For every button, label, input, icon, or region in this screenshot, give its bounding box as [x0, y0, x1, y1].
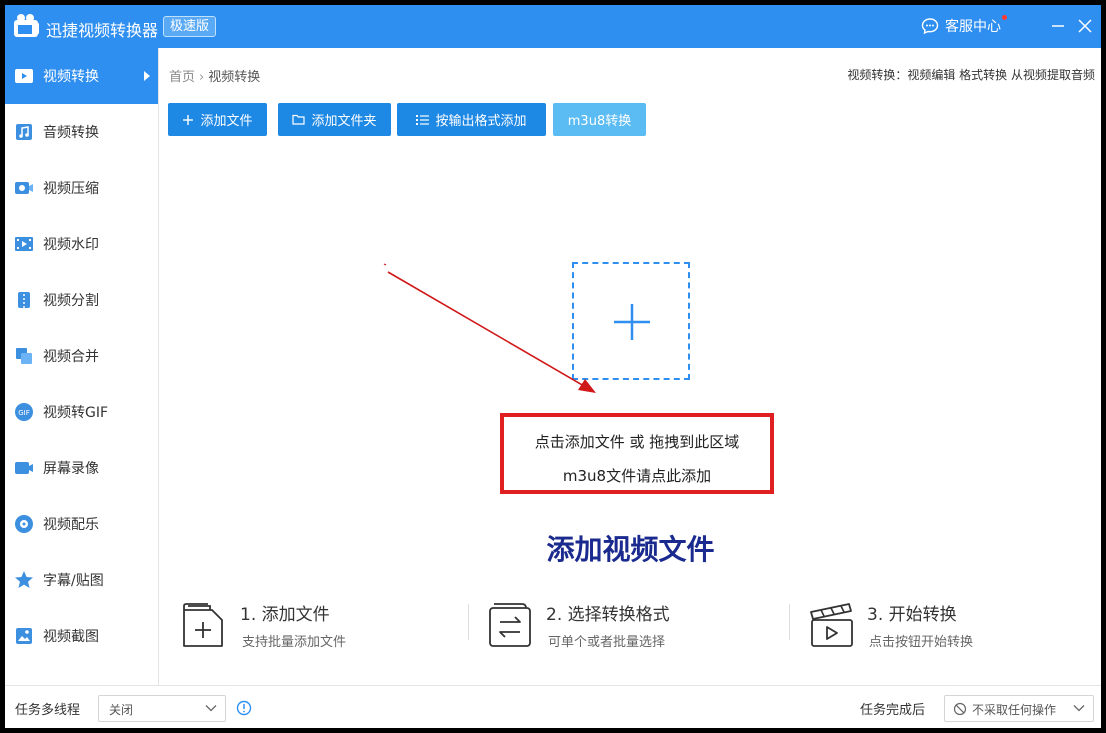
plus-icon — [183, 114, 194, 125]
drop-zone-hint-line1: 点击添加文件 或 拖拽到此区域 — [534, 433, 740, 451]
drop-zone-add-button[interactable] — [572, 262, 690, 380]
sidebar-item-video-merge[interactable]: 视频合并 — [5, 328, 158, 384]
screen-record-icon — [15, 462, 33, 474]
after-task-select[interactable]: 不采取任何操作 — [944, 695, 1094, 722]
add-video-title: 添加视频文件 — [546, 533, 715, 566]
list-icon — [416, 114, 430, 125]
step-title: 3. 开始转换 — [867, 605, 957, 625]
plus-icon — [614, 304, 650, 340]
m3u8-convert-button[interactable]: m3u8转换 — [553, 103, 646, 136]
add-file-button[interactable]: 添加文件 — [168, 103, 267, 136]
sidebar: 视频转换 音频转换 视频压缩 视频水印 视频分割 视频合并 GIF 视频转GIF… — [5, 48, 159, 685]
customer-service-label: 客服中心 — [945, 19, 1001, 35]
sidebar-item-subtitle-sticker[interactable]: 字幕/贴图 — [5, 552, 158, 608]
after-task-label: 任务完成后 — [860, 703, 926, 718]
active-arrow-icon — [144, 71, 150, 81]
step-desc: 支持批量添加文件 — [242, 635, 347, 650]
chevron-down-icon — [205, 705, 217, 712]
multithread-label: 任务多线程 — [15, 703, 81, 718]
sidebar-item-label: 视频截图 — [43, 629, 99, 645]
step-start-convert: 3. 开始转换 点击按钮开始转换 — [807, 596, 1067, 656]
clapper-play-icon — [810, 603, 853, 647]
sidebar-item-video-split[interactable]: 视频分割 — [5, 272, 158, 328]
sidebar-item-label: 视频水印 — [43, 237, 99, 253]
minimize-icon[interactable] — [1049, 17, 1067, 35]
sidebar-item-video-gif[interactable]: GIF 视频转GIF — [5, 384, 158, 440]
app-title: 迅捷视频转换器 — [46, 21, 159, 40]
notification-dot — [1002, 15, 1007, 20]
bottom-bar: 任务多线程 关闭 任务完成后 不采取任何操作 — [5, 685, 1101, 728]
step-divider — [468, 604, 469, 640]
sidebar-item-video-convert[interactable]: 视频转换 — [5, 48, 158, 104]
add-folder-label: 添加文件夹 — [311, 114, 377, 129]
drop-zone-hint-line2: m3u8文件请点此添加 — [562, 467, 712, 485]
add-by-format-button[interactable]: 按输出格式添加 — [397, 103, 546, 136]
add-file-icon — [183, 603, 223, 647]
ban-icon — [953, 702, 967, 716]
step-choose-format: 2. 选择转换格式 可单个或者批量选择 — [486, 596, 766, 656]
add-folder-button[interactable]: 添加文件夹 — [278, 103, 391, 136]
audio-convert-icon — [16, 124, 32, 140]
sidebar-item-label: 音频转换 — [43, 125, 99, 141]
sidebar-item-label: 视频压缩 — [43, 181, 99, 197]
multithread-value: 关闭 — [109, 703, 134, 717]
video-merge-icon — [16, 348, 32, 364]
step-title: 2. 选择转换格式 — [546, 605, 670, 625]
sidebar-item-label: 视频转换 — [43, 69, 99, 85]
sidebar-item-label: 字幕/贴图 — [43, 573, 104, 589]
sidebar-item-label: 屏幕录像 — [43, 461, 99, 477]
app-logo-icon — [14, 14, 39, 37]
add-by-format-label: 按输出格式添加 — [435, 114, 527, 129]
video-compress-icon — [15, 182, 33, 194]
svg-text:GIF: GIF — [18, 409, 30, 417]
sidebar-item-video-music[interactable]: 视频配乐 — [5, 496, 158, 552]
m3u8-convert-label: m3u8转换 — [567, 114, 632, 129]
video-convert-icon — [15, 69, 33, 83]
video-gif-icon: GIF — [15, 403, 33, 421]
video-screenshot-icon — [16, 628, 32, 644]
drop-zone-hint[interactable]: 点击添加文件 或 拖拽到此区域 m3u8文件请点此添加 — [500, 413, 774, 494]
format-switch-icon — [489, 603, 531, 647]
multithread-select[interactable]: 关闭 — [98, 695, 226, 722]
video-split-icon — [18, 290, 30, 310]
app-window: 迅捷视频转换器 极速版 客服中心 视频转换 音频转换 视频压缩 视频水印 视频分… — [5, 5, 1101, 728]
video-music-icon — [15, 515, 33, 533]
step-divider — [789, 604, 790, 640]
breadcrumb-separator: › — [199, 70, 205, 85]
chevron-down-icon — [1073, 705, 1085, 712]
step-desc: 点击按钮开始转换 — [869, 635, 974, 650]
sidebar-item-video-watermark[interactable]: 视频水印 — [5, 216, 158, 272]
customer-service-button[interactable]: 客服中心 — [921, 15, 1007, 36]
sidebar-item-screen-record[interactable]: 屏幕录像 — [5, 440, 158, 496]
sidebar-item-label: 视频合并 — [43, 349, 99, 365]
sidebar-item-label: 视频分割 — [43, 293, 99, 309]
edition-badge: 极速版 — [163, 16, 217, 37]
sidebar-item-audio-convert[interactable]: 音频转换 — [5, 104, 158, 160]
sidebar-item-label: 视频转GIF — [43, 405, 109, 421]
after-task-value: 不采取任何操作 — [972, 703, 1057, 717]
sidebar-item-video-compress[interactable]: 视频压缩 — [5, 160, 158, 216]
breadcrumb-current: 视频转换 — [208, 70, 261, 85]
subtitle-sticker-icon — [15, 571, 33, 588]
sidebar-item-video-screenshot[interactable]: 视频截图 — [5, 608, 158, 664]
step-desc: 可单个或者批量选择 — [548, 635, 666, 650]
breadcrumb: 首页 › 视频转换 — [169, 66, 260, 85]
chat-bubble-icon — [921, 18, 939, 35]
sidebar-item-label: 视频配乐 — [43, 517, 99, 533]
step-add-file: 1. 添加文件 支持批量添加文件 — [180, 596, 440, 656]
video-watermark-icon — [15, 237, 33, 251]
folder-icon — [292, 114, 306, 125]
breadcrumb-home[interactable]: 首页 — [169, 70, 195, 85]
info-icon[interactable] — [236, 700, 252, 716]
close-icon[interactable] — [1076, 17, 1094, 35]
title-bar: 迅捷视频转换器 极速版 客服中心 — [5, 5, 1101, 48]
step-title: 1. 添加文件 — [240, 605, 330, 625]
add-file-label: 添加文件 — [200, 114, 253, 129]
feature-hint: 视频转换：视频编辑 格式转换 从视频提取音频 — [847, 68, 1095, 82]
main-panel: 首页 › 视频转换 视频转换：视频编辑 格式转换 从视频提取音频 添加文件 添加文件… — [160, 48, 1101, 685]
